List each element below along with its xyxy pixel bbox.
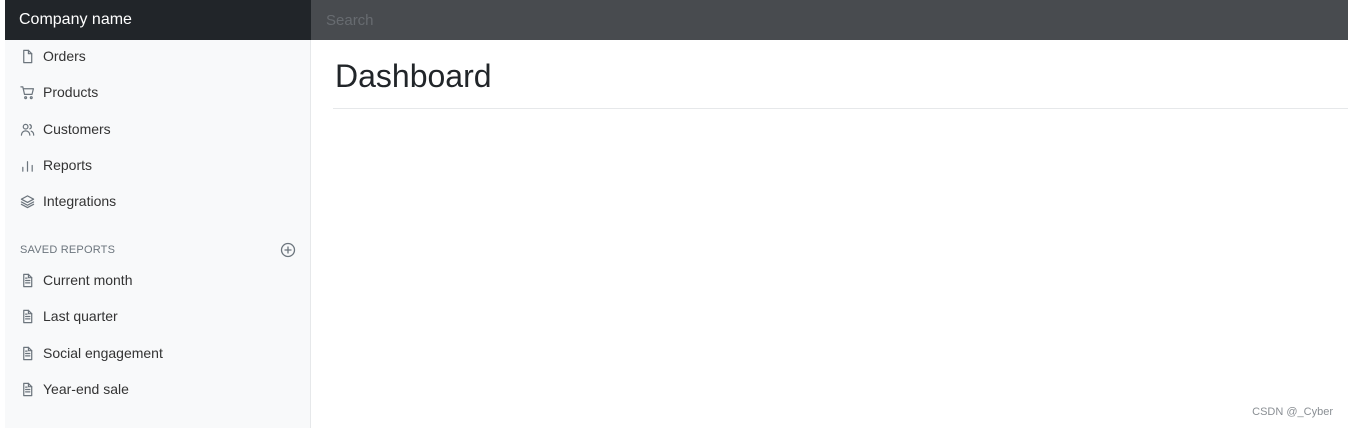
sidebar-item-label: Reports [43,157,93,173]
saved-report-year-end-sale[interactable]: Year-end sale [19,378,129,400]
saved-report-last-quarter[interactable]: Last quarter [19,305,118,327]
sidebar-item-label: Last quarter [43,308,118,324]
file-text-icon [19,381,35,397]
sidebar: Orders Products Customers Reports Integr… [5,40,311,428]
sidebar-item-label: Orders [43,48,86,64]
sidebar-item-label: Customers [43,121,111,137]
file-icon [19,48,35,64]
page-title: Dashboard [335,58,492,94]
sidebar-item-label: Social engagement [43,345,163,361]
sidebar-item-label: Year-end sale [43,381,129,397]
add-report-button[interactable] [280,242,296,258]
search-input[interactable] [311,0,1348,40]
main-content: Dashboard [311,40,1348,428]
saved-report-current-month[interactable]: Current month [19,269,132,291]
sidebar-item-integrations[interactable]: Integrations [19,190,116,212]
saved-reports-header: SAVED REPORTS [20,242,296,258]
sidebar-item-customers[interactable]: Customers [19,118,111,140]
file-text-icon [19,345,35,361]
saved-reports-title: SAVED REPORTS [20,244,116,256]
watermark: CSDN @_Cyber [1252,406,1333,418]
cart-icon [19,84,35,100]
sidebar-item-orders[interactable]: Orders [19,45,86,67]
file-text-icon [19,308,35,324]
users-icon [19,121,35,137]
file-text-icon [19,272,35,288]
saved-report-social-engagement[interactable]: Social engagement [19,342,163,364]
bar-chart-icon [19,157,35,173]
top-navbar: Company name [5,0,1348,40]
plus-circle-icon [280,242,296,258]
brand-link[interactable]: Company name [5,0,311,40]
sidebar-item-products[interactable]: Products [19,81,98,103]
layers-icon [19,193,35,209]
sidebar-item-label: Products [43,84,99,100]
title-divider [333,108,1348,109]
sidebar-item-label: Integrations [43,193,117,209]
sidebar-item-label: Current month [43,272,133,288]
sidebar-item-reports[interactable]: Reports [19,154,92,176]
